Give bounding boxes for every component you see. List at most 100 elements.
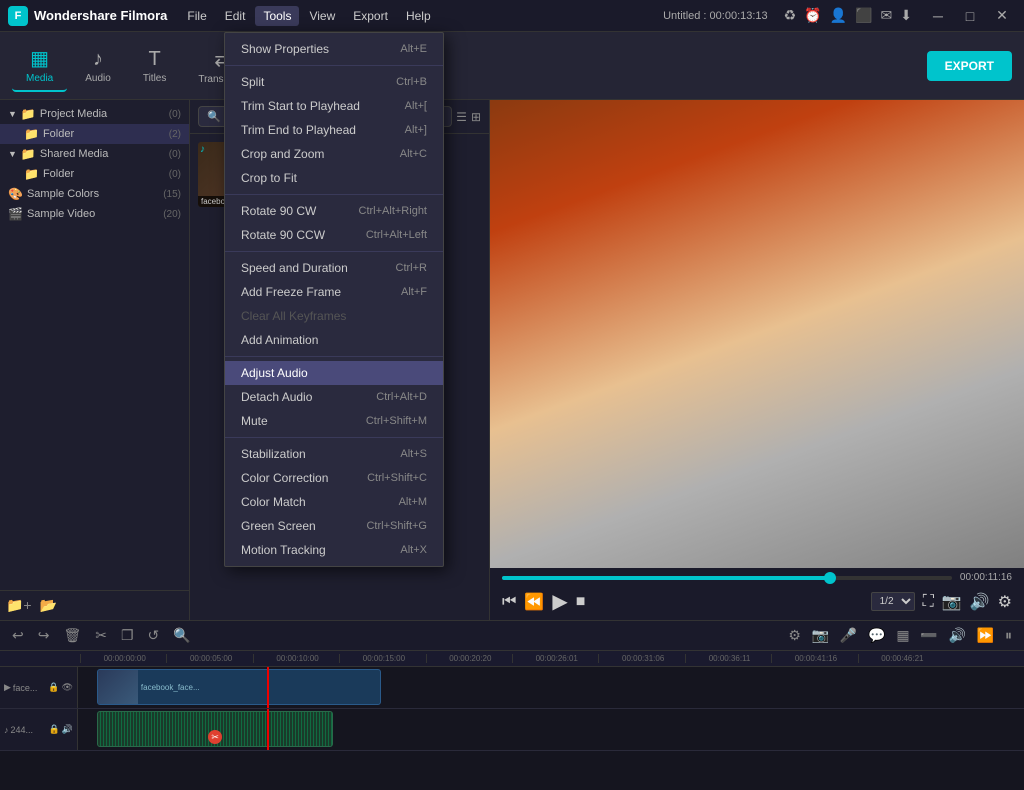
menu-green-screen[interactable]: Green Screen Ctrl+Shift+G [225, 514, 443, 538]
minus-icon[interactable]: ➖ [916, 625, 941, 645]
menu-motion-tracking[interactable]: Motion Tracking Alt+X [225, 538, 443, 562]
redo-button[interactable]: ↪ [34, 625, 54, 646]
menu-adjust-audio[interactable]: Adjust Audio [225, 361, 443, 385]
grid-view-icon[interactable]: ⊞ [471, 110, 481, 124]
audio-eye-icon[interactable]: 🔊 [62, 724, 73, 735]
tab-media[interactable]: ▦ Media [12, 40, 67, 92]
menu-help[interactable]: Help [398, 6, 439, 26]
color-correction-shortcut: Ctrl+Shift+C [367, 472, 427, 484]
lock-icon[interactable]: 🔒 [48, 682, 59, 693]
pause-right-icon[interactable]: ⏸ [1001, 625, 1016, 645]
media2-icon[interactable]: ▦ [892, 625, 913, 645]
sidebar-item-sample-video[interactable]: 🎬 Sample Video (20) [0, 204, 189, 224]
menu-add-freeze[interactable]: Add Freeze Frame Alt+F [225, 280, 443, 304]
close-button[interactable]: ✕ [988, 6, 1016, 26]
add-folder-button[interactable]: 📁+ [6, 597, 32, 614]
new-folder-button[interactable]: 📂 [40, 597, 57, 614]
filter-icon[interactable]: ☰ [456, 110, 467, 124]
sidebar-item-sample-colors[interactable]: 🎨 Sample Colors (15) [0, 184, 189, 204]
menu-color-correction[interactable]: Color Correction Ctrl+Shift+C [225, 466, 443, 490]
video-icon: ♪ [200, 144, 205, 155]
ruler-mark-8: 00:00:41:16 [771, 654, 857, 663]
menu-speed-duration[interactable]: Speed and Duration Ctrl+R [225, 256, 443, 280]
menu-file[interactable]: File [179, 6, 214, 26]
stop-button[interactable]: ■ [576, 593, 586, 611]
play-button[interactable]: ▶ [552, 589, 567, 614]
tab-titles[interactable]: T Titles [129, 42, 181, 90]
subtitle-icon[interactable]: 💬 [864, 625, 889, 645]
menu-crop-fit[interactable]: Crop to Fit [225, 166, 443, 190]
sidebar-item-folder[interactable]: 📁 Folder (2) [0, 124, 189, 144]
menu-color-match[interactable]: Color Match Alt+M [225, 490, 443, 514]
mail-icon[interactable]: ✉ [881, 7, 893, 24]
fx-button[interactable]: ⚙ [784, 625, 805, 645]
tab-audio-label: Audio [85, 73, 111, 84]
sample-video-count: (20) [163, 209, 181, 220]
menu-detach-audio[interactable]: Detach Audio Ctrl+Alt+D [225, 385, 443, 409]
menu-stabilization[interactable]: Stabilization Alt+S [225, 442, 443, 466]
sidebar-item-project-media[interactable]: ▼ 📁 Project Media (0) [0, 104, 189, 124]
fullscreen-button[interactable]: ⛶ [923, 593, 934, 611]
video-clip[interactable]: facebook_face... [97, 669, 381, 705]
menu-show-properties[interactable]: Show Properties Alt+E [225, 37, 443, 61]
refresh-button[interactable]: ↺ [144, 625, 164, 646]
menu-split[interactable]: Split Ctrl+B [225, 70, 443, 94]
sync-icon[interactable]: ♻ [784, 7, 797, 24]
folder-icon: 📁 [24, 127, 39, 141]
export-button[interactable]: EXPORT [927, 51, 1012, 81]
ratio-select[interactable]: 1/2 1/1 1/4 [871, 592, 915, 611]
menu-crop-zoom[interactable]: Crop and Zoom Alt+C [225, 142, 443, 166]
audio-lock-icon[interactable]: 🔒 [49, 724, 60, 735]
menu-section-effects: Stabilization Alt+S Color Correction Ctr… [225, 438, 443, 566]
prev-button[interactable]: ⏮ [502, 593, 516, 611]
speed-icon[interactable]: ⏩ [973, 625, 998, 645]
menu-mute[interactable]: Mute Ctrl+Shift+M [225, 409, 443, 433]
menu-trim-end[interactable]: Trim End to Playhead Alt+] [225, 118, 443, 142]
volume2-icon[interactable]: 🔊 [945, 625, 970, 645]
menu-edit[interactable]: Edit [217, 6, 254, 26]
delete-button[interactable]: 🗑 [59, 625, 85, 646]
menu-rotate-ccw[interactable]: Rotate 90 CCW Ctrl+Alt+Left [225, 223, 443, 247]
app-logo-icon: F [8, 6, 28, 26]
menu-trim-start[interactable]: Trim Start to Playhead Alt+[ [225, 94, 443, 118]
maximize-button[interactable]: □ [956, 6, 984, 26]
zoom-button[interactable]: 🔍 [169, 625, 194, 646]
audio-clip[interactable]: ✂ [97, 711, 334, 747]
download-icon[interactable]: ⬇ [900, 7, 912, 24]
sidebar-item-folder2[interactable]: 📁 Folder (0) [0, 164, 189, 184]
split-shortcut: Ctrl+B [396, 76, 427, 88]
settings-button[interactable]: ⚙ [998, 592, 1012, 612]
menu-tools[interactable]: Tools [255, 6, 299, 26]
copy-button[interactable]: ❐ [117, 625, 138, 646]
sidebar-item-shared-media[interactable]: ▼ 📁 Shared Media (0) [0, 144, 189, 164]
timeline-ruler: 00:00:00:00 00:00:05:00 00:00:10:00 00:0… [0, 651, 1024, 667]
menu-rotate-cw[interactable]: Rotate 90 CW Ctrl+Alt+Right [225, 199, 443, 223]
clock-icon[interactable]: ⏰ [804, 7, 821, 24]
trim-end-label: Trim End to Playhead [241, 123, 356, 137]
screenshot-button[interactable]: 📷 [942, 592, 962, 612]
video-clip-label: facebook_face... [138, 683, 203, 692]
progress-bar-container: 00:00:11:16 [502, 572, 1012, 583]
show-properties-shortcut: Alt+E [400, 43, 427, 55]
menu-section-audio: Adjust Audio Detach Audio Ctrl+Alt+D Mut… [225, 357, 443, 438]
volume-button[interactable]: 🔊 [970, 592, 990, 612]
progress-bar[interactable] [502, 576, 952, 580]
undo-button[interactable]: ↩ [8, 625, 28, 646]
minimize-button[interactable]: ─ [924, 6, 952, 26]
eye-icon[interactable]: 👁 [62, 682, 73, 693]
grid-icon[interactable]: ⬛ [855, 7, 872, 24]
menu-export[interactable]: Export [345, 6, 396, 26]
titlebar: F Wondershare Filmora File Edit Tools Vi… [0, 0, 1024, 32]
camera-icon[interactable]: 📷 [808, 625, 833, 645]
timeline-content: 00:00:00:00 00:00:05:00 00:00:10:00 00:0… [0, 651, 1024, 790]
stabilization-label: Stabilization [241, 447, 306, 461]
user-icon[interactable]: 👤 [830, 7, 847, 24]
music-icon: ♪ [4, 725, 9, 735]
mic-icon[interactable]: 🎤 [836, 625, 861, 645]
rewind-button[interactable]: ⏪ [524, 592, 544, 612]
menu-view[interactable]: View [301, 6, 343, 26]
cut-button[interactable]: ✂ [91, 625, 111, 646]
tab-audio[interactable]: ♪ Audio [71, 42, 125, 90]
menu-add-animation[interactable]: Add Animation [225, 328, 443, 352]
titlebar-icons: ♻ ⏰ 👤 ⬛ ✉ ⬇ [784, 7, 912, 24]
